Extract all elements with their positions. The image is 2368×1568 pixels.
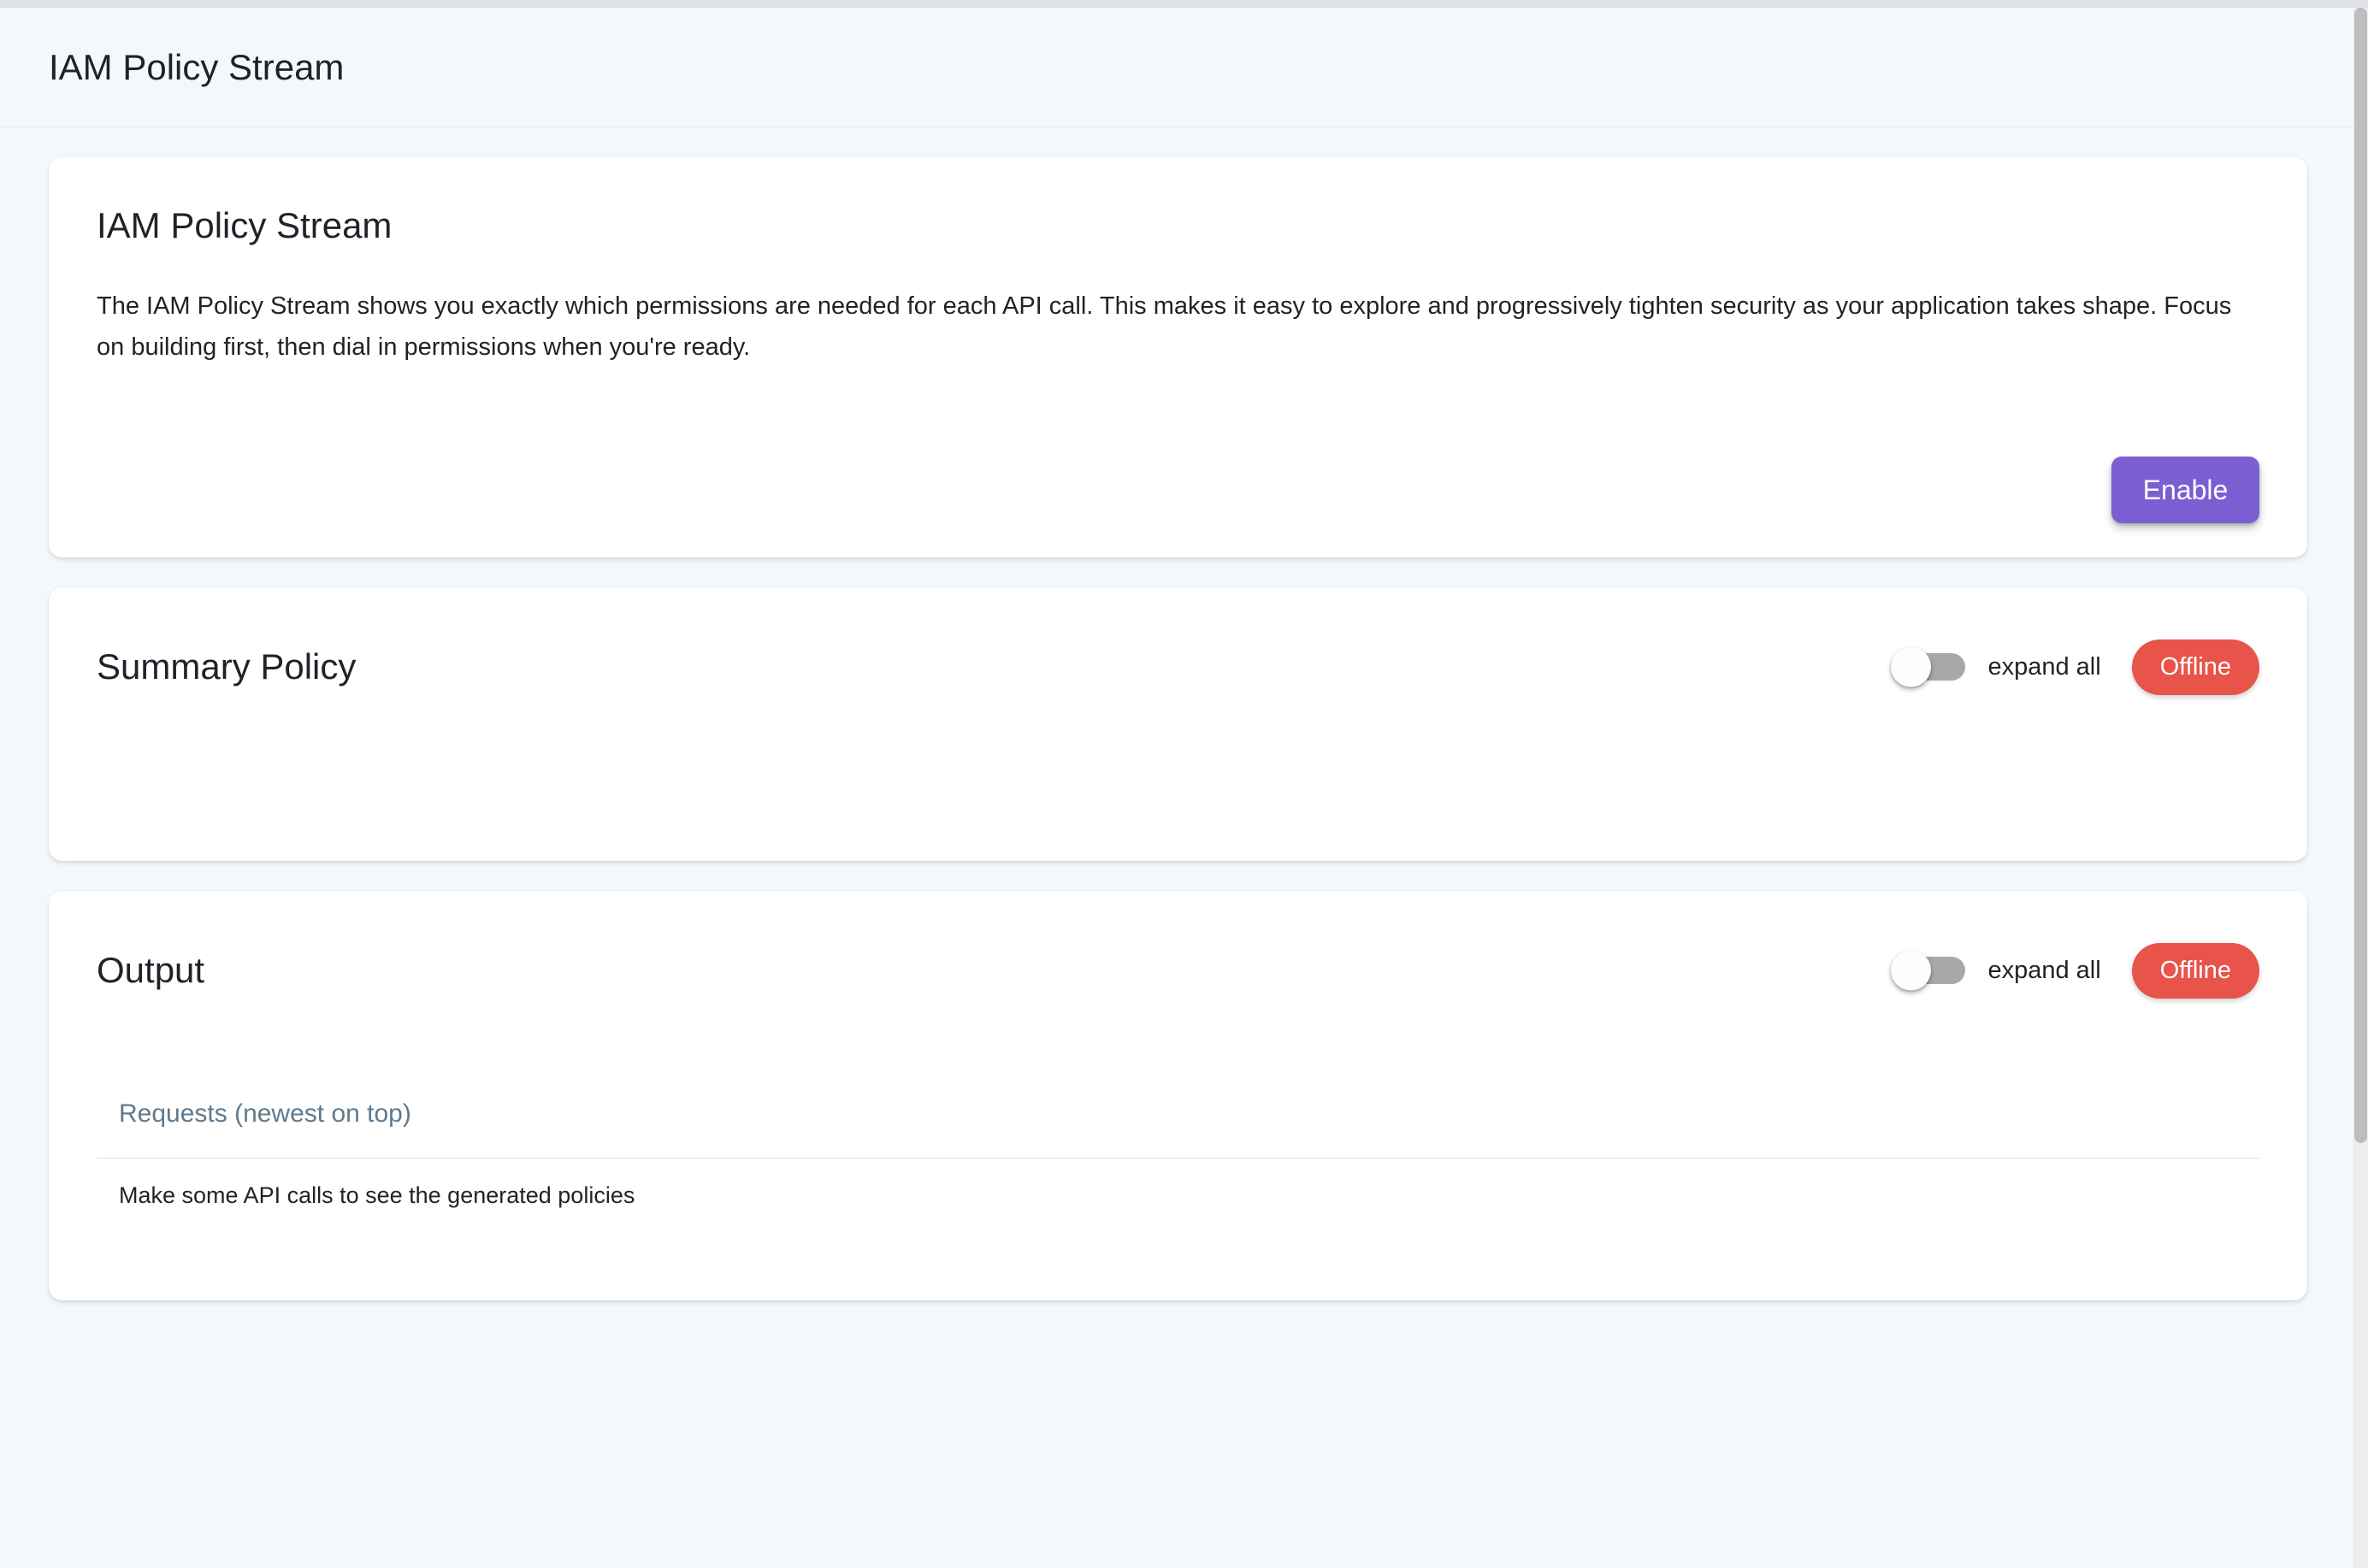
- toggle-thumb: [1891, 647, 1931, 687]
- page-title: IAM Policy Stream: [49, 47, 344, 88]
- scrollbar-thumb[interactable]: [2354, 8, 2367, 1143]
- output-expand-all-toggle[interactable]: [1893, 957, 1965, 984]
- requests-empty-message: Make some API calls to see the generated…: [97, 1182, 2259, 1209]
- output-controls: expand all Offline: [1893, 943, 2259, 999]
- output-title: Output: [97, 950, 204, 991]
- main-content: IAM Policy Stream The IAM Policy Stream …: [0, 127, 2353, 1300]
- toggle-thumb: [1891, 951, 1931, 991]
- output-header: Output expand all Offline: [97, 942, 2259, 999]
- window-top-edge: [0, 0, 2368, 8]
- requests-section: Requests (newest on top) Make some API c…: [97, 1099, 2259, 1209]
- output-status-badge[interactable]: Offline: [2132, 943, 2259, 999]
- summary-policy-card: Summary Policy expand all Offline: [49, 587, 2307, 861]
- iam-policy-stream-page: IAM Policy Stream IAM Policy Stream The …: [0, 8, 2353, 1568]
- summary-expand-all-label: expand all: [1987, 653, 2100, 681]
- intro-card-description: The IAM Policy Stream shows you exactly …: [97, 286, 2259, 368]
- summary-policy-title: Summary Policy: [97, 646, 356, 687]
- summary-policy-header: Summary Policy expand all Offline: [97, 639, 2259, 695]
- summary-policy-controls: expand all Offline: [1893, 640, 2259, 695]
- output-card: Output expand all Offline Requests (newe…: [49, 891, 2307, 1300]
- vertical-scrollbar[interactable]: [2353, 8, 2368, 1568]
- page-header: IAM Policy Stream: [0, 8, 2353, 127]
- output-expand-all-label: expand all: [1987, 957, 2100, 985]
- enable-button[interactable]: Enable: [2111, 457, 2259, 523]
- requests-heading: Requests (newest on top): [97, 1099, 2259, 1129]
- intro-card-title: IAM Policy Stream: [97, 205, 2259, 246]
- summary-expand-all-toggle[interactable]: [1893, 653, 1965, 681]
- intro-card: IAM Policy Stream The IAM Policy Stream …: [49, 157, 2307, 557]
- summary-status-badge[interactable]: Offline: [2132, 640, 2259, 695]
